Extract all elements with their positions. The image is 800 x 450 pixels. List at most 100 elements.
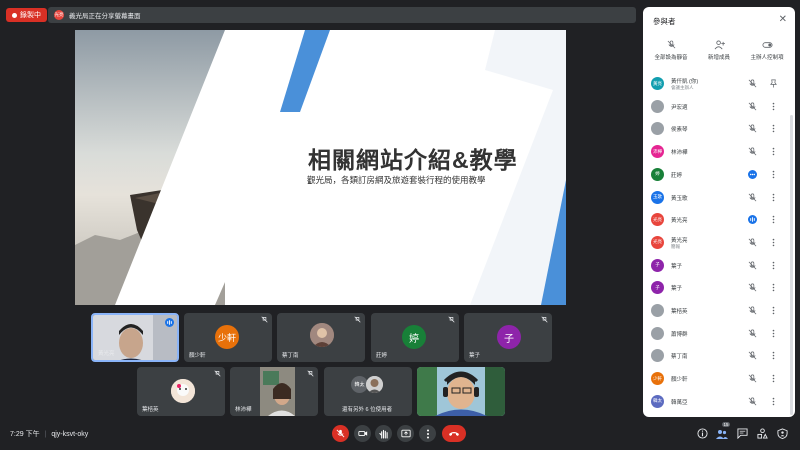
tile-avatar: 子 [497, 325, 521, 349]
tile-name: 黃光亮 [98, 351, 115, 357]
mic-off-icon[interactable] [748, 329, 757, 338]
more-vert-icon[interactable] [769, 306, 778, 315]
more-vert-icon[interactable] [769, 374, 778, 383]
camera-toggle-button[interactable] [354, 425, 371, 442]
more-vert-icon[interactable] [769, 215, 778, 224]
participant-tile[interactable]: 葉棓英 [137, 367, 225, 416]
more-vert-icon [426, 429, 429, 438]
participant-row[interactable]: 蔡丁南 [643, 345, 795, 367]
participant-avatar: 光亮 [651, 235, 664, 249]
tile-avatar-photo [171, 379, 195, 403]
participant-tile-presenter[interactable]: 黃光亮 [91, 313, 179, 362]
mic-off-icon [448, 316, 455, 323]
mic-off-icon[interactable] [748, 397, 757, 406]
recording-badge[interactable]: 錄製中 [6, 8, 47, 22]
mic-off-icon[interactable] [748, 283, 757, 292]
mic-off-icon[interactable] [748, 261, 757, 270]
participant-row[interactable]: 沛樺 林沛樺 [643, 141, 795, 163]
participant-row[interactable]: 葉棓英 [643, 300, 795, 322]
more-options-button[interactable] [419, 425, 436, 442]
participant-name: 黃光亮 [671, 237, 688, 244]
more-vert-icon[interactable] [769, 147, 778, 156]
participant-row[interactable]: 子葉子 [643, 277, 795, 299]
tile-avatar-photo [366, 376, 383, 393]
panel-scrollbar[interactable] [790, 115, 793, 415]
participant-name: 侯素琴 [671, 127, 688, 134]
meeting-code: qjy-ksvt-oky [51, 431, 89, 438]
more-vert-icon[interactable] [769, 261, 778, 270]
clock-time: 7:29 下午 [10, 431, 40, 438]
mic-off-icon[interactable] [748, 102, 757, 111]
participant-avatar: 玉歌 [651, 190, 664, 204]
activities-icon[interactable] [757, 428, 768, 439]
info-icon[interactable] [697, 428, 708, 439]
participant-tile[interactable]: 子 葉子 [464, 313, 552, 362]
participant-name: 蔡丁南 [671, 354, 688, 361]
leave-call-button[interactable] [442, 425, 466, 442]
host-controls-button[interactable]: 主辦人控制項 [743, 40, 791, 61]
participant-name: 黃玉歌 [671, 195, 688, 202]
present-screen-button[interactable] [397, 425, 414, 442]
participant-row[interactable]: 光亮 黃光亮 [643, 209, 795, 231]
more-vert-icon[interactable] [769, 397, 778, 406]
more-vert-icon[interactable] [769, 238, 778, 247]
participant-avatar: 子 [651, 281, 664, 295]
more-vert-icon[interactable] [769, 193, 778, 202]
talking-indicator-icon[interactable] [748, 169, 757, 179]
participant-row[interactable]: 玉歌 黃玉歌 [643, 187, 795, 209]
mic-off-icon[interactable] [748, 351, 757, 360]
pin-icon[interactable] [769, 79, 778, 88]
mic-off-icon[interactable] [748, 147, 757, 156]
participant-avatar: 黃亮 [651, 77, 664, 90]
hang-up-icon [449, 432, 459, 436]
mic-toggle-button[interactable] [332, 425, 349, 442]
participant-row[interactable]: 子葉子 [643, 255, 795, 277]
participant-avatar [651, 304, 664, 317]
meeting-info: 7:29 下午 | qjy-ksvt-oky [10, 429, 88, 439]
more-vert-icon[interactable] [769, 124, 778, 133]
more-vert-icon[interactable] [769, 351, 778, 360]
participant-row[interactable]: 光亮 黃光亮 簡報 [643, 232, 795, 254]
participant-row[interactable]: 黃亮 黃仟凱 (你) 會議主辦人 [643, 73, 795, 95]
more-vert-icon[interactable] [769, 170, 778, 179]
speaking-icon [165, 318, 174, 327]
participant-row[interactable]: 尹宏適 [643, 96, 795, 118]
mic-off-icon[interactable] [748, 124, 757, 133]
participant-row[interactable]: 韓太 韓萬亞 [643, 391, 795, 413]
present-mic-off-icon[interactable] [748, 238, 757, 247]
more-vert-icon[interactable] [769, 283, 778, 292]
mic-off-icon[interactable] [748, 79, 757, 88]
participant-name: 尹宏適 [671, 104, 688, 111]
mic-off-icon[interactable] [748, 306, 757, 315]
chat-icon[interactable] [737, 428, 748, 439]
participant-tile[interactable] [417, 367, 505, 416]
mic-off-icon [261, 316, 268, 323]
camera-icon [357, 431, 367, 436]
participant-video [417, 367, 505, 416]
mute-all-label: 全部設為靜音 [654, 55, 688, 61]
mic-off-icon [541, 316, 548, 323]
participant-avatar [651, 326, 664, 340]
more-vert-icon[interactable] [769, 102, 778, 111]
participant-tile[interactable]: 婷 莊婷 [371, 313, 459, 362]
host-controls-icon[interactable] [777, 428, 788, 439]
people-button[interactable]: 15 [716, 422, 731, 440]
more-vert-icon[interactable] [769, 329, 778, 338]
participant-tile[interactable]: 蔡丁南 [277, 313, 365, 362]
add-people-button[interactable]: 新增成員 [695, 40, 743, 61]
participant-tile[interactable]: 少軒 顏少軒 [184, 313, 272, 362]
close-icon[interactable]: ✕ [779, 14, 787, 25]
tile-name: 葉子 [469, 353, 481, 359]
mic-off-icon[interactable] [748, 374, 757, 383]
participant-avatar [651, 99, 664, 113]
participant-row[interactable]: 蕭博群 [643, 323, 795, 345]
participant-tile[interactable]: 林沛樺 [230, 367, 318, 416]
more-participants-tile[interactable]: 韓太 還有另外 6 位使用者 [324, 367, 412, 416]
raise-hand-button[interactable] [375, 425, 392, 442]
speaking-icon[interactable] [748, 215, 757, 225]
participant-row[interactable]: 侯素琴 [643, 118, 795, 140]
participant-row[interactable]: 婷莊婷 [643, 164, 795, 186]
mic-off-icon[interactable] [748, 193, 757, 202]
participant-row[interactable]: 少軒 顏少軒 [643, 368, 795, 390]
mute-all-button[interactable]: 全部設為靜音 [647, 40, 695, 61]
